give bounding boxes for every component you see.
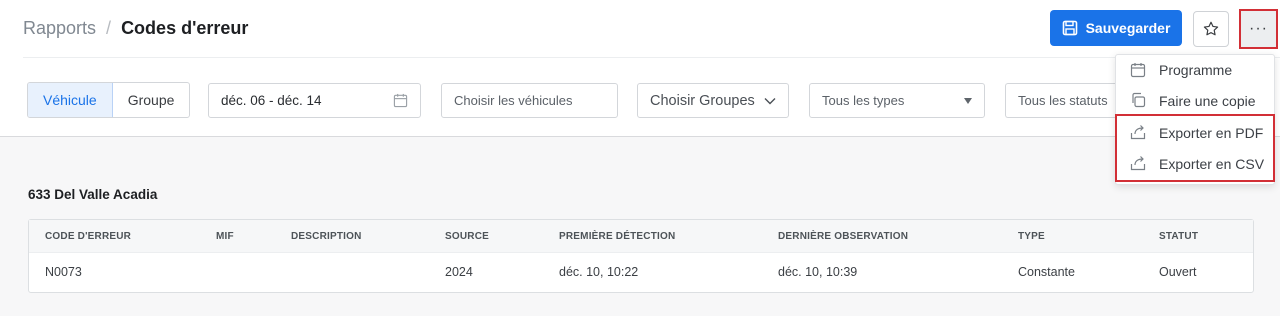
breadcrumb-separator: / [106, 18, 112, 38]
col-last-observation[interactable]: DERNIÈRE OBSERVATION [778, 231, 908, 242]
cell-status: Ouvert [1159, 265, 1197, 279]
cell-source: 2024 [445, 265, 473, 279]
menu-item-label: Faire une copie [1159, 92, 1256, 109]
vehicle-select-placeholder: Choisir les véhicules [454, 93, 573, 108]
save-icon [1062, 20, 1077, 36]
col-description[interactable]: DESCRIPTION [291, 231, 362, 242]
menu-item-label: Programme [1159, 62, 1233, 78]
date-range-value: déc. 06 - déc. 14 [221, 93, 322, 108]
breadcrumb: Rapports / Codes d'erreur [23, 18, 248, 39]
more-options-button[interactable]: ··· [1239, 9, 1278, 49]
star-icon [1203, 21, 1219, 36]
type-select-value: Tous les types [822, 93, 905, 108]
date-range-picker[interactable]: déc. 06 - déc. 14 [208, 83, 421, 118]
cell-type: Constante [1018, 265, 1075, 279]
segment-group[interactable]: Groupe [113, 83, 190, 117]
save-button[interactable]: Sauvegarder [1050, 10, 1182, 46]
cell-first-detection: déc. 10, 10:22 [559, 265, 639, 279]
page-title: Codes d'erreur [121, 18, 249, 38]
table-header: CODE D'ERREUR MIF DESCRIPTION SOURCE PRE… [29, 220, 1253, 253]
chevron-down-icon [764, 97, 776, 104]
menu-item-copy[interactable]: Faire une copie [1116, 85, 1274, 116]
copy-icon [1132, 92, 1146, 108]
top-bar: Rapports / Codes d'erreur Sauvegarder ··… [0, 0, 1280, 137]
breadcrumb-root[interactable]: Rapports [23, 18, 96, 39]
col-first-detection[interactable]: PREMIÈRE DÉTECTION [559, 231, 675, 242]
caret-down-icon [964, 97, 972, 104]
status-select-value: Tous les statuts [1018, 93, 1108, 108]
segment-vehicle[interactable]: Véhicule [28, 83, 113, 117]
view-toggle: Véhicule Groupe [27, 82, 191, 118]
favorite-button[interactable] [1193, 11, 1229, 47]
col-error-code[interactable]: CODE D'ERREUR [45, 231, 131, 242]
vehicle-select[interactable]: Choisir les véhicules [441, 83, 618, 118]
calendar-icon [1130, 63, 1146, 78]
group-select[interactable]: Choisir Groupes [637, 83, 789, 118]
group-select-placeholder: Choisir Groupes [650, 92, 755, 109]
col-type[interactable]: TYPE [1018, 231, 1045, 242]
cell-last-observation: déc. 10, 10:39 [778, 265, 858, 279]
col-source[interactable]: SOURCE [445, 231, 489, 242]
export-options-highlight [1115, 114, 1275, 182]
save-button-label: Sauvegarder [1085, 20, 1171, 36]
menu-item-schedule[interactable]: Programme [1116, 55, 1274, 85]
status-select[interactable]: Tous les statuts [1005, 83, 1120, 118]
type-select[interactable]: Tous les types [809, 83, 985, 118]
calendar-icon [393, 93, 408, 108]
more-icon: ··· [1249, 20, 1268, 37]
section-title: 633 Del Valle Acadia [28, 187, 158, 202]
col-mif[interactable]: MIF [216, 231, 234, 242]
error-codes-table: CODE D'ERREUR MIF DESCRIPTION SOURCE PRE… [28, 219, 1254, 293]
col-status[interactable]: STATUT [1159, 231, 1198, 242]
cell-error-code: N0073 [45, 265, 82, 279]
header-divider [23, 57, 1280, 58]
